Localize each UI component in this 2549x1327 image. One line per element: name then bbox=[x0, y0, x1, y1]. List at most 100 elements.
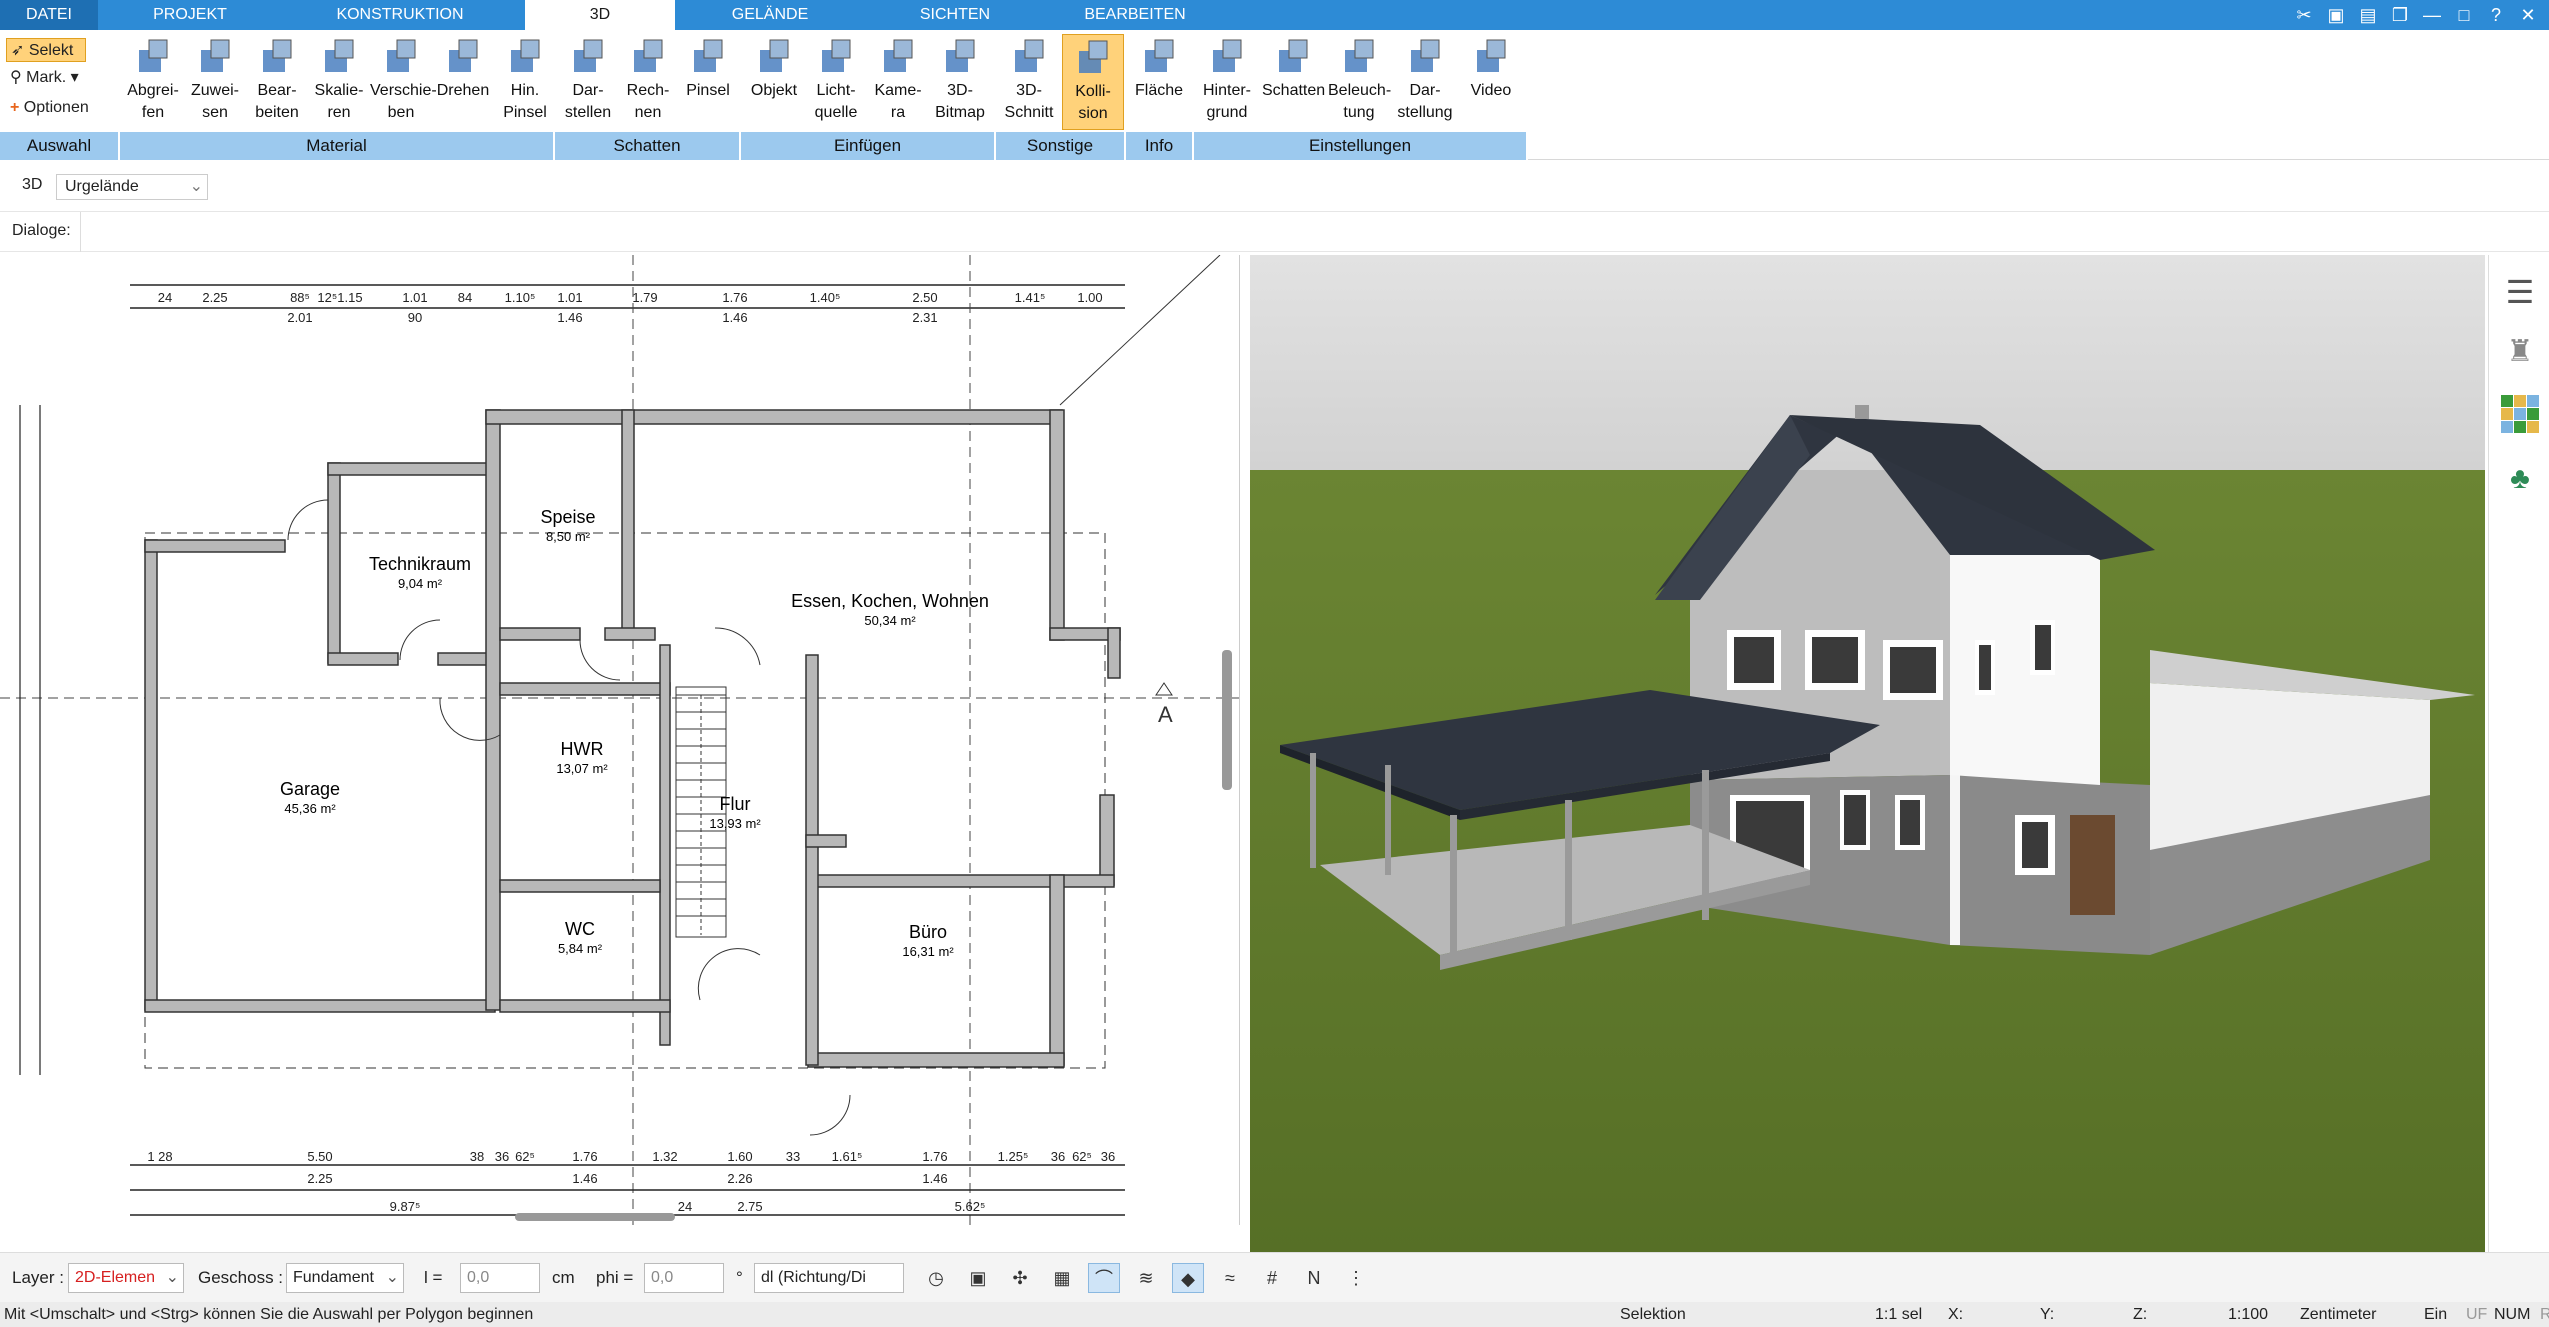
ribbon-button-label: Pinsel bbox=[503, 104, 547, 121]
pick-material-button[interactable]: Abgrei-fen bbox=[122, 34, 184, 130]
deg-label: ° bbox=[736, 1268, 743, 1287]
mark-icon: ⚲ bbox=[10, 69, 22, 86]
dimension-label: 1.01 bbox=[402, 290, 427, 305]
object-button[interactable]: Objekt bbox=[743, 34, 805, 130]
dimension-label: 2.25 bbox=[202, 290, 227, 305]
more-icon[interactable]: ⋮ bbox=[1340, 1263, 1372, 1293]
dl-select[interactable]: dl (Richtung/Di bbox=[754, 1263, 904, 1293]
help-icon[interactable]: ? bbox=[2485, 4, 2507, 26]
layer-select[interactable]: 2D-Elemen ⌄ bbox=[68, 1263, 184, 1293]
dimension-label: 33 bbox=[786, 1149, 800, 1164]
3d-bitmap-button[interactable]: 3D- Bitmap bbox=[929, 34, 991, 130]
move-material-button[interactable]: Verschie-ben bbox=[370, 34, 437, 130]
rotate-material-button[interactable]: Drehen bbox=[432, 34, 494, 130]
line-icon[interactable]: ⌒ bbox=[1088, 1263, 1120, 1293]
l-input[interactable]: 0,0 bbox=[460, 1263, 540, 1293]
group-sonstige: 3D- Schnitt Kolli-sion Sonstige bbox=[996, 30, 1126, 160]
camera-button[interactable]: Kame-ra bbox=[867, 34, 929, 130]
3d-section-icon bbox=[1015, 39, 1044, 72]
background-button[interactable]: Hinter-grund bbox=[1196, 34, 1258, 130]
tab-datei[interactable]: DATEI bbox=[0, 0, 98, 30]
furniture-icon[interactable]: ♜ bbox=[2501, 333, 2539, 371]
minimize-icon[interactable]: — bbox=[2421, 4, 2443, 26]
vertical-scrollbar[interactable] bbox=[1222, 650, 1232, 790]
ribbon: ➶ Selekt ⚲ Mark. ▾ + Optionen Auswahl Ab… bbox=[0, 30, 2549, 160]
phi-input[interactable]: 0,0 bbox=[644, 1263, 724, 1293]
mark-button[interactable]: ⚲ Mark. ▾ bbox=[6, 66, 106, 90]
puzzle-icon[interactable]: ✣ bbox=[1004, 1263, 1036, 1293]
objects-icon[interactable]: ▦ bbox=[1046, 1263, 1078, 1293]
tab-konstruktion[interactable]: KONSTRUKTION bbox=[310, 0, 490, 30]
dimension-label: 1.00 bbox=[1077, 290, 1102, 305]
layers-icon[interactable]: ≈ bbox=[1214, 1263, 1246, 1293]
edit-material-button[interactable]: Bear-beiten bbox=[246, 34, 308, 130]
floor-plan-view[interactable]: 24 2.25 88⁵ 12⁵1.15 1.01 84 1.10⁵ 1.01 1.79 1.76 1… bbox=[0, 255, 1240, 1225]
calc-shadow-button[interactable]: Rech-nen bbox=[617, 34, 679, 130]
tab-sichten[interactable]: SICHTEN bbox=[880, 0, 1030, 30]
assign-material-button[interactable]: Zuwei-sen bbox=[184, 34, 246, 130]
room-area: 13,93 m² bbox=[709, 816, 761, 831]
close-icon[interactable]: ✕ bbox=[2517, 4, 2539, 26]
north-icon[interactable]: N bbox=[1298, 1263, 1330, 1293]
lighting-button[interactable]: Beleuch-tung bbox=[1328, 34, 1391, 130]
horizontal-scrollbar[interactable] bbox=[515, 1213, 675, 1221]
ribbon-button-label: Pinsel bbox=[686, 82, 730, 99]
save-icon[interactable]: ▤ bbox=[2357, 4, 2379, 26]
tree-icon[interactable]: ♣ bbox=[2501, 460, 2539, 498]
scale-material-button[interactable]: Skalie-ren bbox=[308, 34, 370, 130]
tab-bearbeiten[interactable]: BEARBEITEN bbox=[1050, 0, 1220, 30]
door-swings bbox=[287, 499, 851, 1136]
collision-button[interactable]: Kolli-sion bbox=[1062, 34, 1124, 130]
materials-icon[interactable] bbox=[2501, 395, 2539, 433]
area-button[interactable]: Fläche bbox=[1128, 34, 1190, 130]
axis-lines bbox=[0, 255, 1239, 1225]
ribbon-button-label: stellung bbox=[1397, 104, 1453, 121]
options-button[interactable]: + Optionen bbox=[6, 96, 116, 120]
wall-icon[interactable]: ≋ bbox=[1130, 1263, 1162, 1293]
folder-icon[interactable]: ▣ bbox=[2325, 4, 2347, 26]
plane-icon[interactable]: ◆ bbox=[1172, 1263, 1204, 1293]
dimension-label: 1.76 bbox=[572, 1149, 597, 1164]
section-marker[interactable]: A bbox=[1155, 682, 1173, 727]
property-bar: Layer : 2D-Elemen ⌄ Geschoss : Fundament ⌄… bbox=[0, 1252, 2549, 1302]
group-label-info: Info bbox=[1126, 132, 1194, 160]
diagonal-line bbox=[1059, 255, 1221, 406]
clock-icon[interactable]: ◷ bbox=[920, 1263, 952, 1293]
group-info: Fläche Info bbox=[1126, 30, 1194, 160]
dimension-label: 84 bbox=[458, 290, 472, 305]
dimension-label: 24 bbox=[158, 290, 172, 305]
3d-section-button[interactable]: 3D- Schnitt bbox=[998, 34, 1060, 130]
room-area: 45,36 m² bbox=[284, 801, 336, 816]
maximize-icon[interactable]: □ bbox=[2453, 4, 2475, 26]
right-sidebar: ☰ ♜ ♣ bbox=[2488, 255, 2549, 1253]
tab-gelaende[interactable]: GELÄNDE bbox=[700, 0, 840, 30]
select-button[interactable]: ➶ Selekt bbox=[6, 38, 86, 62]
shadow-brush-button[interactable]: Pinsel bbox=[677, 34, 739, 130]
tools-icon[interactable]: ✂ bbox=[2293, 4, 2315, 26]
brush-button[interactable]: Hin. Pinsel bbox=[494, 34, 556, 130]
status-bar: Mit <Umschalt> und <Strg> können Sie die… bbox=[0, 1302, 2549, 1327]
tab-projekt[interactable]: PROJEKT bbox=[120, 0, 260, 30]
floor-select[interactable]: Fundament ⌄ bbox=[286, 1263, 404, 1293]
dimension-label: 2.01 bbox=[287, 310, 312, 325]
display-icon bbox=[1411, 39, 1440, 72]
monitor-icon[interactable]: ▣ bbox=[962, 1263, 994, 1293]
layers-icon[interactable]: ☰ bbox=[2501, 273, 2539, 311]
shadow-settings-button[interactable]: Schatten bbox=[1262, 34, 1325, 130]
cursor-icon: ➶ bbox=[11, 42, 25, 59]
ribbon-button-label: Objekt bbox=[750, 82, 798, 99]
light-source-button[interactable]: Licht-quelle bbox=[805, 34, 867, 130]
window-icon[interactable]: ❐ bbox=[2389, 4, 2411, 26]
unit-label: cm bbox=[552, 1268, 575, 1287]
layer-label: Layer : bbox=[12, 1268, 64, 1287]
tab-3d[interactable]: 3D bbox=[525, 0, 675, 30]
group-label-schatten: Schatten bbox=[555, 132, 741, 160]
grid-icon[interactable]: # bbox=[1256, 1263, 1288, 1293]
dimension-label: 1.32 bbox=[652, 1149, 677, 1164]
terrain-select[interactable]: Urgelände ⌄ bbox=[56, 174, 208, 200]
3d-view[interactable] bbox=[1250, 255, 2485, 1253]
display-button[interactable]: Dar-stellung bbox=[1394, 34, 1456, 130]
garage-door bbox=[2070, 815, 2115, 915]
show-shadow-button[interactable]: Dar-stellen bbox=[557, 34, 619, 130]
video-button[interactable]: Video bbox=[1460, 34, 1522, 130]
